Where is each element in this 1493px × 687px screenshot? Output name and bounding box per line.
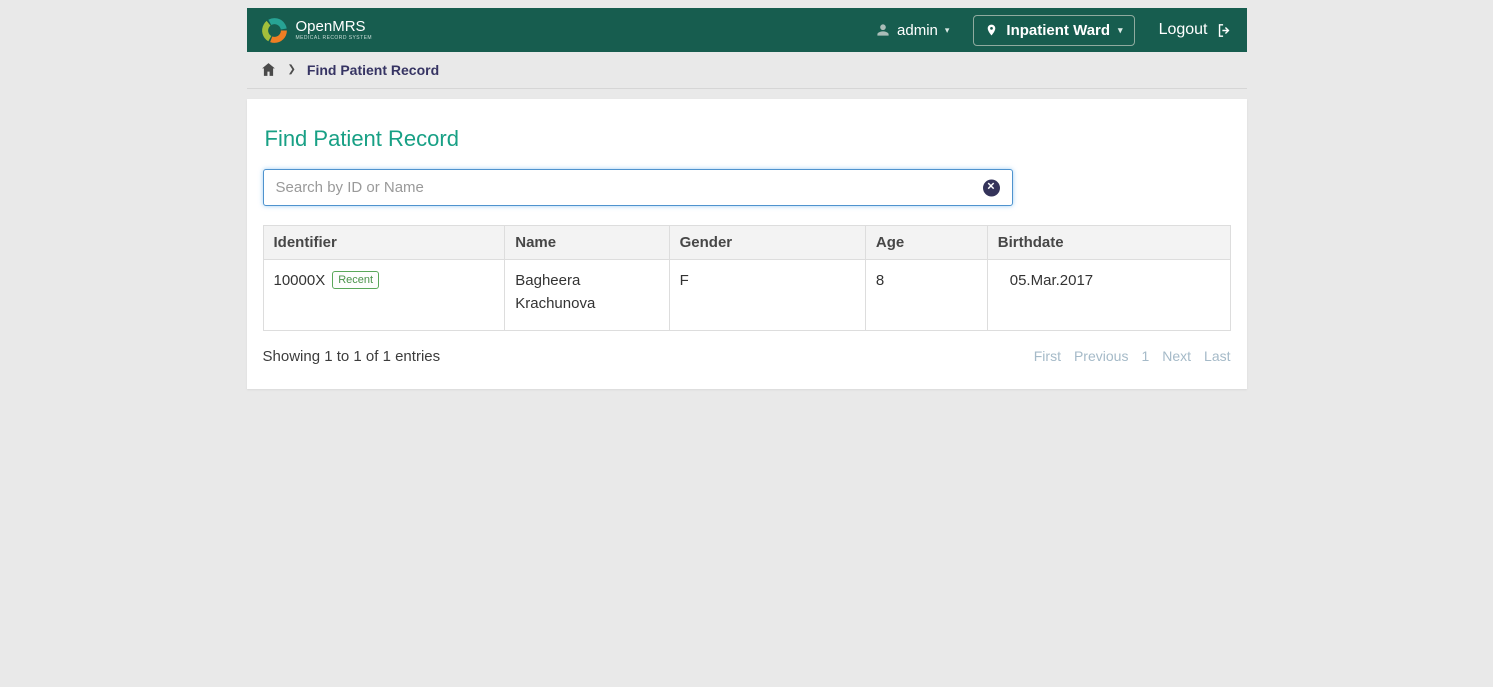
cell-gender: F bbox=[669, 260, 865, 331]
patient-identifier: 10000X bbox=[274, 272, 326, 289]
location-selector-button[interactable]: Inpatient Ward ▾ bbox=[973, 15, 1134, 46]
table-row[interactable]: 10000X Recent Bagheera Krachunova F 8 05.… bbox=[263, 260, 1230, 331]
brand-text: OpenMRS MEDICAL RECORD SYSTEM bbox=[296, 19, 373, 41]
openmrs-brand[interactable]: OpenMRS MEDICAL RECORD SYSTEM bbox=[261, 17, 373, 44]
home-icon[interactable] bbox=[260, 61, 277, 78]
find-patient-card: Find Patient Record ✕ Identifier Name Ge… bbox=[247, 99, 1247, 389]
column-header-gender: Gender bbox=[669, 226, 865, 260]
cell-birthdate: 05.Mar.2017 bbox=[987, 260, 1230, 331]
breadcrumb-current: Find Patient Record bbox=[307, 62, 439, 78]
cell-identifier: 10000X Recent bbox=[263, 260, 505, 331]
pagination-previous[interactable]: Previous bbox=[1074, 348, 1128, 364]
brand-name: OpenMRS bbox=[296, 19, 373, 34]
openmrs-logo-icon bbox=[261, 17, 288, 44]
user-label: admin bbox=[897, 22, 938, 39]
column-header-age: Age bbox=[865, 226, 987, 260]
logout-icon bbox=[1216, 22, 1233, 39]
cell-age: 8 bbox=[865, 260, 987, 331]
location-label: Inpatient Ward bbox=[1006, 22, 1110, 39]
breadcrumb: ❯ Find Patient Record bbox=[247, 52, 1247, 89]
header-right-controls: admin ▾ Inpatient Ward ▾ Logout bbox=[876, 15, 1232, 46]
search-input[interactable] bbox=[263, 169, 1013, 206]
caret-down-icon: ▾ bbox=[945, 26, 950, 35]
logout-button[interactable]: Logout bbox=[1159, 21, 1233, 39]
patient-results-table: Identifier Name Gender Age Birthdate 100… bbox=[263, 225, 1231, 331]
app-column: OpenMRS MEDICAL RECORD SYSTEM admin ▾ bbox=[247, 0, 1247, 389]
clear-search-icon[interactable]: ✕ bbox=[983, 179, 1000, 196]
column-header-identifier: Identifier bbox=[263, 226, 505, 260]
location-pin-icon bbox=[985, 22, 998, 38]
pagination-first[interactable]: First bbox=[1034, 348, 1061, 364]
cell-name: Bagheera Krachunova bbox=[505, 260, 669, 331]
table-footer: Showing 1 to 1 of 1 entries First Previo… bbox=[263, 348, 1231, 365]
recent-badge: Recent bbox=[332, 271, 379, 289]
column-header-birthdate: Birthdate bbox=[987, 226, 1230, 260]
page-title: Find Patient Record bbox=[265, 126, 1231, 152]
logout-label: Logout bbox=[1159, 21, 1208, 39]
breadcrumb-chevron-icon: ❯ bbox=[288, 64, 296, 75]
pagination-page-1[interactable]: 1 bbox=[1141, 348, 1149, 364]
table-header-row: Identifier Name Gender Age Birthdate bbox=[263, 226, 1230, 260]
user-menu[interactable]: admin ▾ bbox=[876, 22, 949, 39]
column-header-name: Name bbox=[505, 226, 669, 260]
results-summary: Showing 1 to 1 of 1 entries bbox=[263, 348, 441, 365]
user-icon bbox=[876, 23, 890, 37]
pagination-next[interactable]: Next bbox=[1162, 348, 1191, 364]
pagination-last[interactable]: Last bbox=[1204, 348, 1230, 364]
pagination: First Previous 1 Next Last bbox=[1034, 348, 1231, 364]
patient-search: ✕ bbox=[263, 169, 1013, 206]
caret-down-icon: ▾ bbox=[1118, 26, 1123, 35]
brand-tagline: MEDICAL RECORD SYSTEM bbox=[296, 36, 373, 41]
top-header-bar: OpenMRS MEDICAL RECORD SYSTEM admin ▾ bbox=[247, 8, 1247, 52]
